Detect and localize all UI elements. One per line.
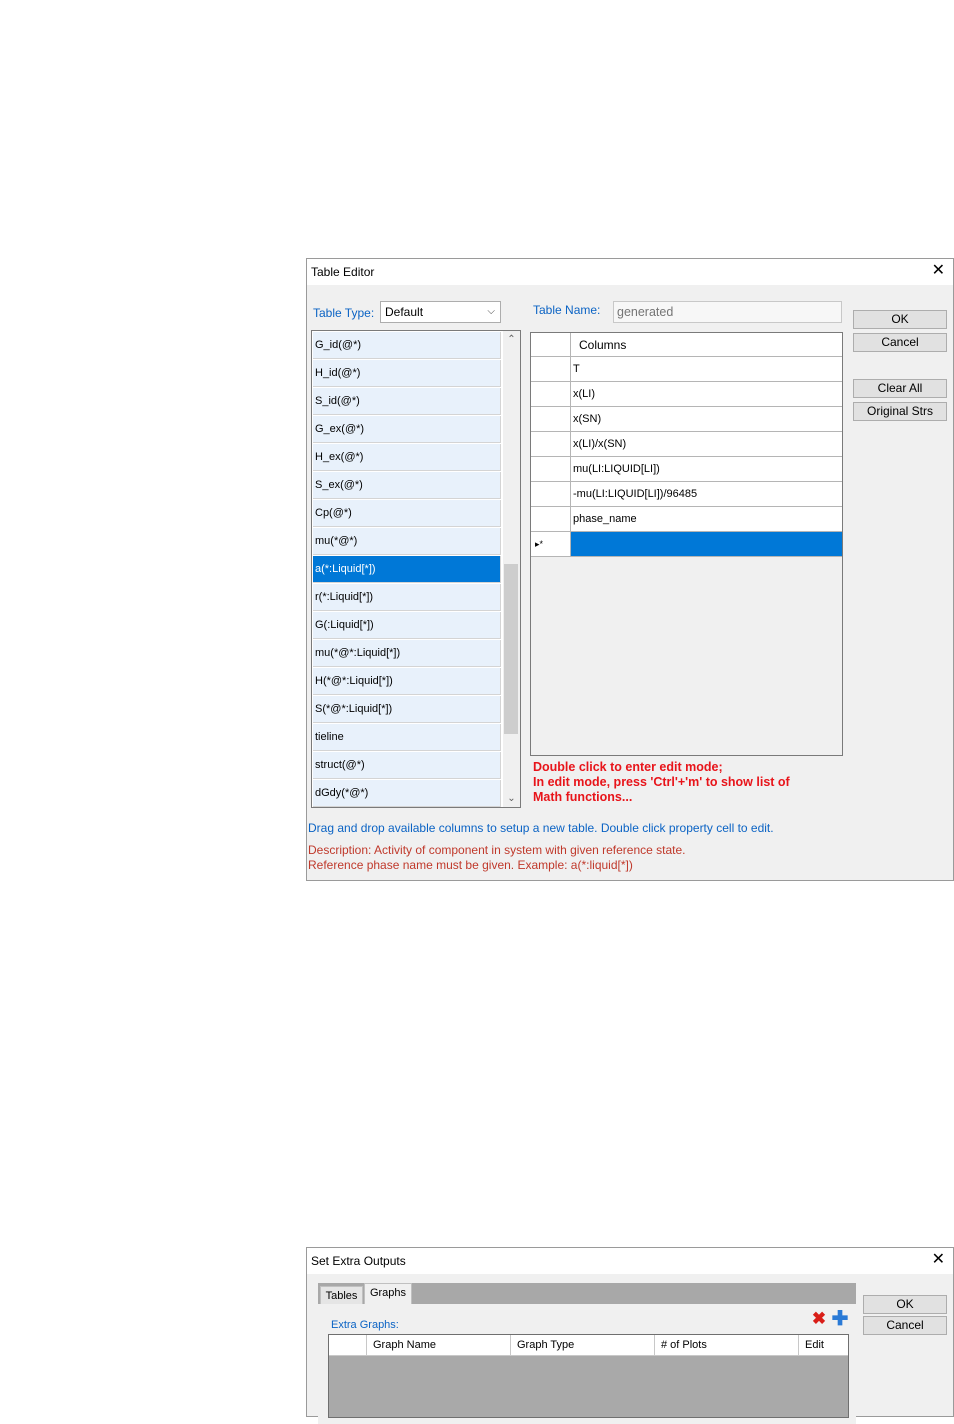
col-graph-type[interactable]: Graph Type [511,1335,655,1355]
table-type-label: Table Type: [313,306,375,320]
available-column-item[interactable]: H_ex(@*) [313,444,501,471]
tab-graphs[interactable]: Graphs [364,1283,412,1304]
table-name-input[interactable] [613,301,842,323]
red-x-icon[interactable]: ✖ [811,1310,827,1327]
column-row[interactable]: x(LI)/x(SN) [531,432,842,457]
column-cell[interactable] [571,532,842,557]
description-text: Description: Activity of component in sy… [308,843,686,857]
blue-plus-icon[interactable]: ✚ [831,1309,849,1329]
column-cell[interactable]: mu(LI:LIQUID[LI]) [571,457,842,482]
column-row[interactable]: mu(LI:LIQUID[LI]) [531,457,842,482]
edit-mode-note: Double click to enter edit mode; In edit… [533,760,790,804]
table-editor-dialog: Table Editor ✕ Table Type: Default ⌵ Tab… [306,258,954,881]
column-cell[interactable]: x(LI)/x(SN) [571,432,842,457]
close-icon[interactable]: ✕ [932,1251,945,1269]
clear-all-button[interactable]: Clear All [853,379,947,398]
available-column-item[interactable]: S(*@*:Liquid[*]) [313,696,501,723]
columns-header: Columns [571,333,842,357]
grid-corner [531,333,571,357]
cancel-button[interactable]: Cancel [853,333,947,352]
col-num-plots[interactable]: # of Plots [655,1335,799,1355]
available-columns-list[interactable]: G_id(@*) H_id(@*) S_id(@*) G_ex(@*) H_ex(@*)… [311,330,521,808]
new-row[interactable]: ▸* [531,532,842,557]
scroll-thumb[interactable] [504,564,518,734]
columns-grid[interactable]: Columns Tx(LI) x(SN) x(LI)/x(SN) mu(LI:LIQU… [530,332,843,756]
row-header[interactable]: ▸* [531,532,571,557]
table-name-label: Table Name: [533,303,601,317]
graphs-table[interactable]: Graph Name Graph Type # of Plots Edit [328,1334,849,1418]
available-column-item[interactable]: r(*:Liquid[*]) [313,584,501,611]
column-row[interactable]: x(LI) [531,382,842,407]
column-cell[interactable]: x(SN) [571,407,842,432]
available-column-item[interactable]: G_ex(@*) [313,416,501,443]
available-column-item[interactable]: mu(*@*) [313,528,501,555]
row-header[interactable] [531,357,571,382]
column-row[interactable]: -mu(LI:LIQUID[LI])/96485 [531,482,842,507]
available-column-item[interactable]: H_id(@*) [313,360,501,387]
column-cell[interactable]: T [571,357,842,382]
tab-tables[interactable]: Tables [320,1286,363,1304]
row-header[interactable] [531,482,571,507]
table-type-value: Default [385,305,424,319]
list-scrollbar[interactable]: ⌃ ⌄ [503,331,520,807]
available-column-item[interactable]: H(*@*:Liquid[*]) [313,668,501,695]
available-column-item[interactable]: a(*:Liquid[*]) [313,556,501,583]
col-edit[interactable]: Edit [799,1335,848,1355]
column-cell[interactable]: phase_name [571,507,842,532]
available-column-item[interactable]: S_ex(@*) [313,472,501,499]
col-graph-name[interactable]: Graph Name [367,1335,511,1355]
column-cell[interactable]: x(LI) [571,382,842,407]
cancel-button[interactable]: Cancel [863,1316,947,1335]
column-row[interactable]: x(SN) [531,407,842,432]
row-header[interactable] [531,407,571,432]
ok-button[interactable]: OK [853,310,947,329]
ok-button[interactable]: OK [863,1295,947,1314]
extra-graphs-label: Extra Graphs: [331,1319,399,1331]
available-column-item[interactable]: S_id(@*) [313,388,501,415]
graphs-table-header: Graph Name Graph Type # of Plots Edit [329,1335,848,1356]
dialog-title: Set Extra Outputs [311,1254,406,1268]
row-header[interactable] [531,382,571,407]
row-header[interactable] [531,507,571,532]
close-icon[interactable]: ✕ [932,262,945,280]
available-column-item[interactable]: G_id(@*) [313,332,501,359]
available-column-item[interactable]: tieline [313,724,501,751]
column-row[interactable]: phase_name [531,507,842,532]
available-column-item[interactable]: struct(@*) [313,752,501,779]
available-column-item[interactable]: dGdy(*@*) [313,780,501,807]
row-header[interactable] [531,457,571,482]
original-strs-button[interactable]: Original Strs [853,402,947,421]
column-row[interactable]: T [531,357,842,382]
row-header[interactable] [531,432,571,457]
reference-note: Reference phase name must be given. Exam… [308,858,633,872]
column-cell[interactable]: -mu(LI:LIQUID[LI])/96485 [571,482,842,507]
scroll-down-icon[interactable]: ⌄ [503,790,520,807]
extra-outputs-dialog: Set Extra Outputs ✕ Tables Graphs Extra … [306,1247,954,1424]
title-bar: Set Extra Outputs ✕ [307,1248,953,1274]
available-column-item[interactable]: mu(*@*:Liquid[*]) [313,640,501,667]
available-column-item[interactable]: Cp(@*) [313,500,501,527]
title-bar: Table Editor ✕ [307,259,953,285]
drag-hint: Drag and drop available columns to setup… [308,821,774,835]
graphs-table-corner [329,1335,367,1355]
available-column-item[interactable]: G(:Liquid[*]) [313,612,501,639]
dialog-title: Table Editor [311,265,375,279]
chevron-down-icon: ⌵ [487,306,495,317]
grid-header-row: Columns [531,333,842,357]
scroll-up-icon[interactable]: ⌃ [503,331,520,348]
table-type-select[interactable]: Default ⌵ [380,301,501,323]
